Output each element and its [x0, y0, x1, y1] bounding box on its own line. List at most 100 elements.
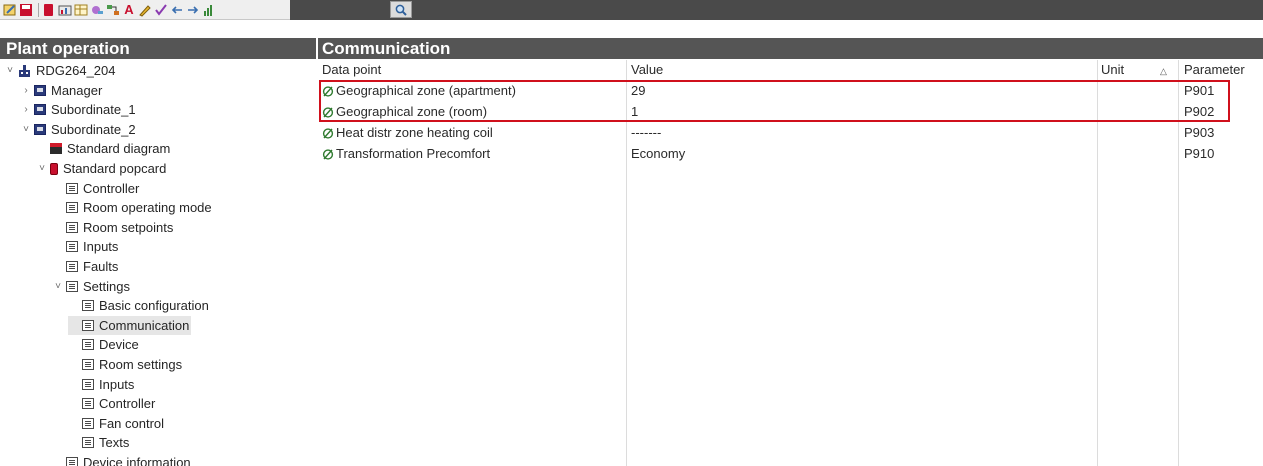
back-arrow-icon[interactable] — [170, 3, 184, 17]
column-header-unit[interactable]: Unit — [1101, 60, 1124, 80]
datapoint-icon — [322, 85, 334, 97]
value-cell[interactable]: 1 — [631, 101, 638, 122]
tree-item-label: Basic configuration — [99, 298, 209, 314]
tree-item[interactable]: Texts — [68, 433, 129, 452]
tree-item-label: Controller — [83, 180, 140, 196]
page-icon — [82, 398, 94, 410]
tree-item-label: Room settings — [99, 357, 183, 372]
value-cell[interactable]: Economy — [631, 143, 685, 164]
device-icon — [34, 84, 46, 96]
bars-icon[interactable] — [202, 3, 216, 17]
column-header-value[interactable]: Value — [631, 60, 663, 80]
page-icon — [66, 261, 78, 272]
tree-item-label: Inputs — [99, 376, 135, 392]
column-header-data-point[interactable]: Data point — [322, 60, 381, 80]
page-icon — [66, 221, 78, 233]
tree-item-label: Controller — [99, 396, 156, 412]
tree-item[interactable]: Basic configuration — [68, 296, 209, 315]
page-icon — [82, 417, 94, 429]
page-icon — [82, 300, 94, 312]
parameter-cell: P901 — [1184, 83, 1215, 98]
collapse-chevron-icon[interactable]: › — [20, 104, 32, 115]
tree-item[interactable]: Room setpoints — [52, 218, 173, 237]
tree-item[interactable]: Room settings — [68, 355, 182, 374]
page-icon — [82, 319, 94, 331]
sort-ascending-icon[interactable]: △ — [1160, 60, 1167, 80]
tree-item[interactable]: ˅ RDG264_204 — [4, 61, 115, 80]
table-row[interactable]: Heat distr zone heating coil ------- P903 — [318, 122, 1263, 143]
tree-item-label: Communication — [99, 317, 190, 333]
diagram-icon — [50, 143, 62, 155]
value-cell[interactable]: 29 — [631, 80, 645, 101]
tree-item[interactable]: ˅ Subordinate_2 — [20, 120, 136, 139]
expand-chevron-icon[interactable]: ˅ — [4, 65, 16, 76]
datapoint-icon — [322, 106, 334, 118]
tree-item[interactable]: Communication — [68, 315, 192, 335]
tree-item[interactable]: Controller — [68, 394, 155, 413]
data-point-cell: Transformation Precomfort — [322, 143, 490, 164]
tree-item-label: Room setpoints — [83, 219, 174, 235]
column-header-parameter[interactable]: Parameter — [1184, 60, 1245, 80]
tree-item[interactable]: Standard diagram — [36, 139, 170, 158]
tree-item[interactable]: ˅ Standard popcard — [36, 159, 166, 178]
tree-item[interactable]: Room operating mode — [52, 198, 212, 217]
expand-chevron-icon[interactable]: ˅ — [36, 163, 48, 174]
page-icon — [82, 437, 94, 449]
collapse-chevron-icon[interactable]: › — [20, 85, 32, 96]
tree-item[interactable]: › Manager — [20, 81, 102, 100]
parameter-cell: P902 — [1184, 104, 1215, 119]
toolbar-separator — [38, 2, 39, 17]
magnifier-icon[interactable] — [390, 1, 412, 18]
datapoint-icon — [322, 127, 334, 139]
tree-item[interactable]: Inputs — [52, 237, 118, 256]
page-icon — [66, 457, 78, 466]
text-tool-icon[interactable]: A — [122, 3, 136, 17]
data-point-cell: Heat distr zone heating coil — [322, 122, 493, 143]
pencil-icon[interactable] — [138, 3, 152, 17]
tree-item-label: Standard popcard — [63, 161, 167, 176]
table-icon[interactable] — [74, 3, 88, 17]
table-row[interactable]: Geographical zone (room) 1 P902 — [318, 101, 1263, 122]
table-row[interactable]: Transformation Precomfort Economy P910 — [318, 143, 1263, 164]
tree-item[interactable]: Faults — [52, 257, 118, 276]
tree-item-label: Faults — [83, 259, 119, 274]
datapoint-icon — [322, 148, 334, 160]
save-icon[interactable] — [19, 3, 33, 17]
tree-item[interactable]: ˅ Settings — [52, 277, 130, 296]
device-icon — [34, 123, 46, 135]
page-icon — [82, 378, 94, 390]
plant-icon — [18, 64, 31, 77]
expand-chevron-icon[interactable]: ˅ — [52, 281, 64, 292]
page-icon — [66, 241, 78, 253]
check-icon[interactable] — [154, 3, 168, 17]
tree-item-label: Fan control — [99, 415, 165, 431]
tools-icon[interactable] — [90, 3, 104, 17]
communication-header: Communication — [318, 38, 1263, 59]
forward-arrow-icon[interactable] — [186, 3, 200, 17]
toolbar-buttons: A — [0, 0, 290, 20]
page-icon — [66, 280, 78, 292]
chart-icon[interactable] — [58, 3, 72, 17]
expand-chevron-icon[interactable]: ˅ — [20, 124, 32, 135]
record-icon[interactable] — [42, 3, 56, 17]
value-cell[interactable]: ------- — [631, 122, 661, 143]
tree-item[interactable]: › Subordinate_1 — [20, 100, 135, 119]
data-point-label: Geographical zone (apartment) — [336, 83, 516, 98]
data-point-cell: Geographical zone (room) — [322, 101, 487, 122]
page-icon — [66, 202, 78, 214]
tree-item[interactable]: Device information — [52, 453, 191, 466]
tree-item-label: Subordinate_2 — [51, 121, 136, 137]
data-point-label: Transformation Precomfort — [336, 146, 491, 161]
page-icon — [82, 359, 94, 370]
table-row[interactable]: Geographical zone (apartment) 29 P901 — [318, 80, 1263, 101]
tree-item-label: Device — [99, 337, 139, 353]
tree-item[interactable]: Device — [68, 335, 139, 354]
edit-icon[interactable] — [3, 3, 17, 17]
flow-icon[interactable] — [106, 3, 120, 17]
plant-operation-header: Plant operation — [0, 38, 316, 59]
data-point-label: Heat distr zone heating coil — [336, 125, 493, 140]
tree-item[interactable]: Inputs — [68, 375, 134, 394]
tree-item[interactable]: Controller — [52, 179, 139, 198]
device-icon — [34, 104, 46, 116]
tree-item[interactable]: Fan control — [68, 414, 164, 433]
